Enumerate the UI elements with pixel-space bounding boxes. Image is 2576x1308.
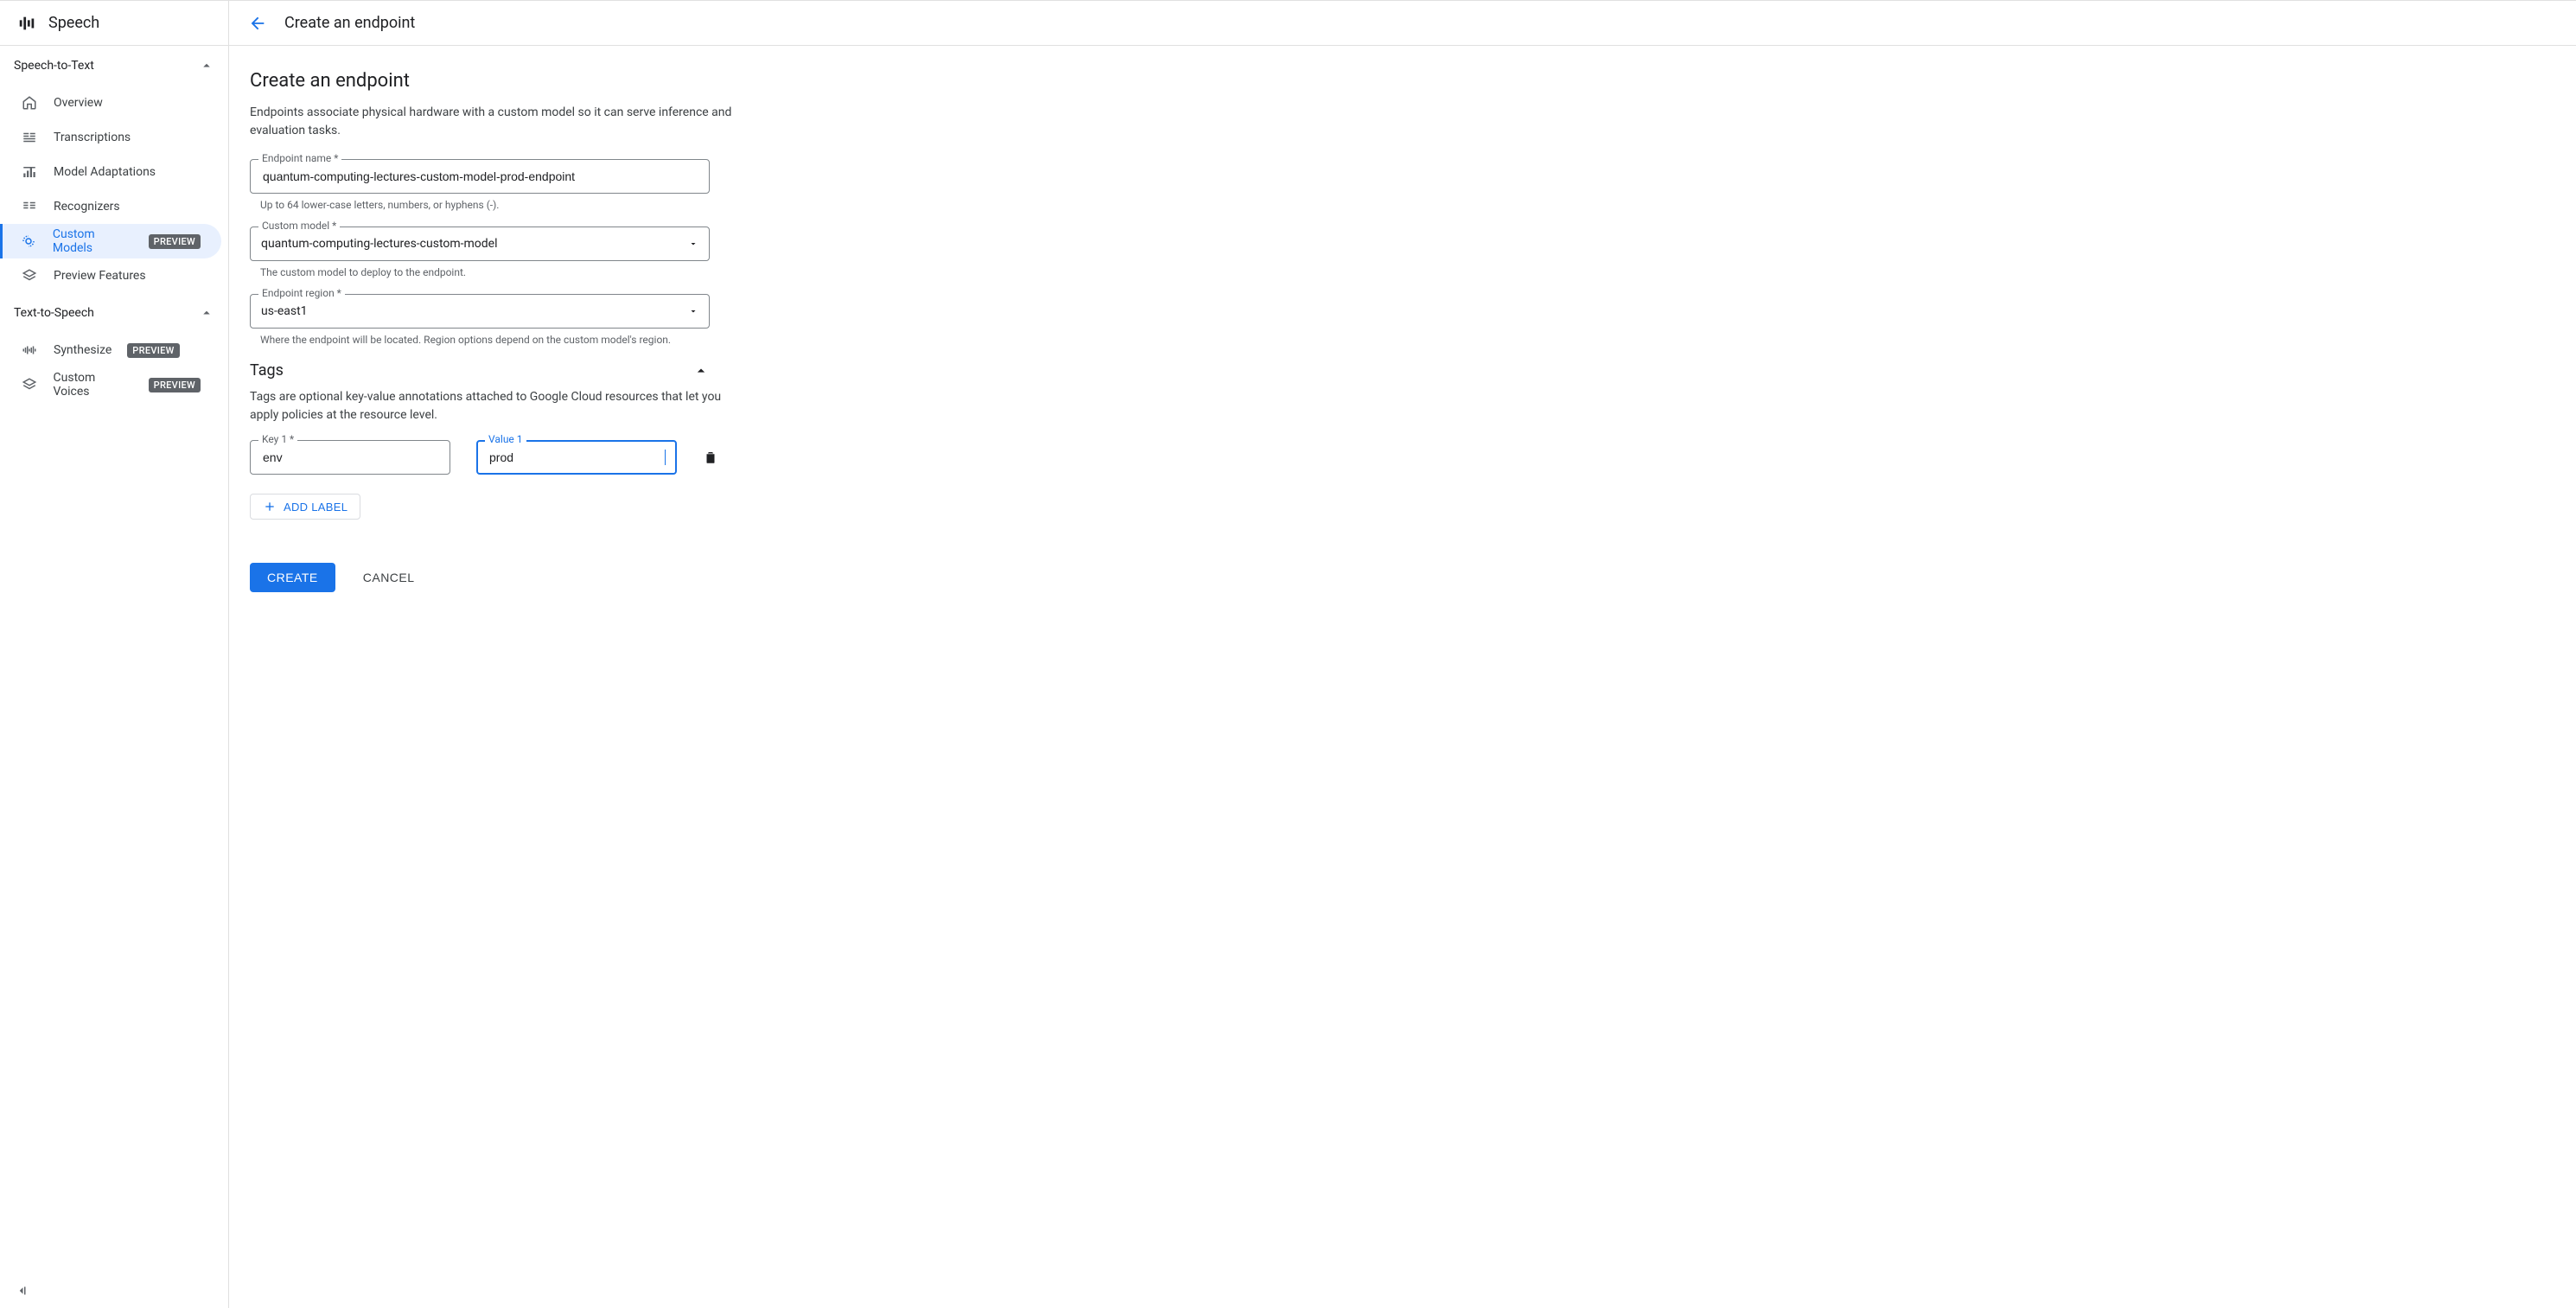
endpoint-region-hint: Where the endpoint will be located. Regi… xyxy=(260,334,710,346)
section-title-tts: Text-to-Speech xyxy=(14,306,94,320)
add-label-text: ADD LABEL xyxy=(284,501,348,514)
tag-row: Key 1 * Value 1 xyxy=(250,440,952,475)
chevron-up-icon xyxy=(199,58,214,73)
sidebar-item-label: Synthesize xyxy=(54,343,112,357)
sidebar-item-label: Custom Models xyxy=(53,227,133,255)
dropdown-arrow-icon xyxy=(688,239,698,249)
custom-model-hint: The custom model to deploy to the endpoi… xyxy=(260,266,710,278)
tag-key-input[interactable] xyxy=(261,450,439,465)
section-title-stt: Speech-to-Text xyxy=(14,59,94,73)
endpoint-region-select[interactable]: us-east1 xyxy=(250,294,710,329)
delete-tag-button[interactable] xyxy=(703,450,718,465)
custom-model-value: quantum-computing-lectures-custom-model xyxy=(261,237,688,251)
custom-model-label: Custom model * xyxy=(258,220,340,232)
tag-value-input[interactable] xyxy=(488,450,666,465)
dropdown-arrow-icon xyxy=(688,306,698,316)
endpoint-name-hint: Up to 64 lower-case letters, numbers, or… xyxy=(260,199,710,211)
layers-icon xyxy=(21,377,38,392)
section-header-stt[interactable]: Speech-to-Text xyxy=(0,46,228,86)
sidebar-item-synthesize[interactable]: Synthesize PREVIEW xyxy=(0,333,221,367)
cancel-button[interactable]: CANCEL xyxy=(358,570,420,585)
sidebar-item-custom-voices[interactable]: Custom Voices PREVIEW xyxy=(0,367,221,402)
sidebar-item-recognizers[interactable]: Recognizers xyxy=(0,189,221,224)
create-button[interactable]: CREATE xyxy=(250,563,335,592)
synthesize-icon xyxy=(21,342,38,358)
sidebar-item-custom-models[interactable]: Custom Models PREVIEW xyxy=(0,224,221,258)
sidebar: Speech Speech-to-Text Overview Transcrip… xyxy=(0,1,229,1308)
tag-value-field: Value 1 xyxy=(476,440,677,475)
preview-badge: PREVIEW xyxy=(127,343,179,358)
chevron-up-icon xyxy=(692,362,710,380)
recognizers-icon xyxy=(21,199,38,214)
main-header: Create an endpoint xyxy=(229,1,2576,46)
collapse-sidebar-button[interactable] xyxy=(14,1283,29,1298)
sidebar-item-model-adaptations[interactable]: Model Adaptations xyxy=(0,155,221,189)
sidebar-header: Speech xyxy=(0,1,228,46)
home-icon xyxy=(21,95,38,111)
endpoint-region-field: us-east1 Endpoint region * xyxy=(250,294,710,329)
endpoint-region-value: us-east1 xyxy=(261,304,688,318)
adaptations-icon xyxy=(21,164,38,180)
endpoint-region-label: Endpoint region * xyxy=(258,287,345,299)
transcriptions-icon xyxy=(21,130,38,145)
endpoint-name-field: Endpoint name * xyxy=(250,159,710,194)
main: Create an endpoint Create an endpoint En… xyxy=(229,1,2576,1308)
tags-title: Tags xyxy=(250,361,284,380)
add-label-button[interactable]: ADD LABEL xyxy=(250,494,360,520)
tag-value-label: Value 1 xyxy=(485,433,526,445)
endpoint-name-label: Endpoint name * xyxy=(258,152,341,164)
sidebar-item-label: Custom Voices xyxy=(54,371,133,399)
sidebar-item-label: Preview Features xyxy=(54,269,146,283)
tags-description: Tags are optional key-value annotations … xyxy=(250,388,734,424)
tags-section-header[interactable]: Tags xyxy=(250,361,710,380)
custom-model-field: quantum-computing-lectures-custom-model … xyxy=(250,227,710,261)
sidebar-item-overview[interactable]: Overview xyxy=(0,86,221,120)
layers-icon xyxy=(21,268,38,284)
custom-model-select[interactable]: quantum-computing-lectures-custom-model xyxy=(250,227,710,261)
custom-models-icon xyxy=(21,233,37,249)
page-description: Endpoints associate physical hardware wi… xyxy=(250,104,734,140)
section-header-tts[interactable]: Text-to-Speech xyxy=(0,293,228,333)
plus-icon xyxy=(263,500,277,514)
endpoint-name-input[interactable] xyxy=(261,169,698,184)
preview-badge: PREVIEW xyxy=(149,378,201,392)
preview-badge: PREVIEW xyxy=(149,234,201,249)
sidebar-item-preview-features[interactable]: Preview Features xyxy=(0,258,221,293)
chevron-up-icon xyxy=(199,305,214,321)
sidebar-item-label: Recognizers xyxy=(54,200,120,214)
sidebar-item-label: Overview xyxy=(54,96,103,110)
sidebar-item-transcriptions[interactable]: Transcriptions xyxy=(0,120,221,155)
back-button[interactable] xyxy=(248,14,267,33)
sidebar-item-label: Transcriptions xyxy=(54,131,131,144)
tag-key-field: Key 1 * xyxy=(250,440,450,475)
sidebar-item-label: Model Adaptations xyxy=(54,165,156,179)
speech-logo-icon xyxy=(17,14,36,33)
page-title: Create an endpoint xyxy=(250,70,952,92)
header-title: Create an endpoint xyxy=(284,14,415,32)
tag-key-label: Key 1 * xyxy=(258,433,297,445)
product-name: Speech xyxy=(48,14,99,32)
